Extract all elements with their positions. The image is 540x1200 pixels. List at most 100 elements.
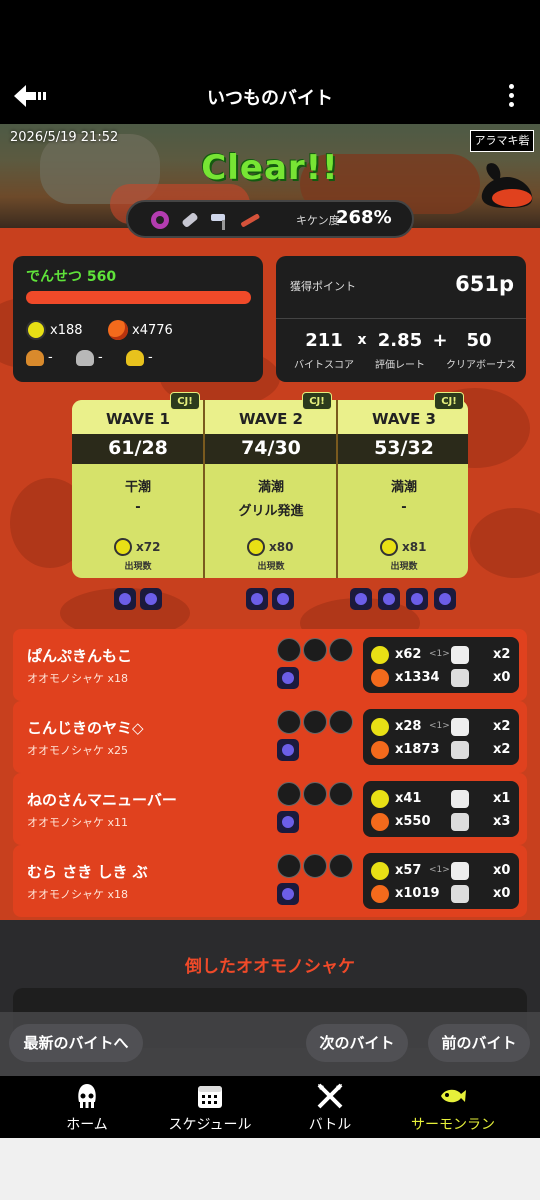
weapon-icon	[303, 782, 327, 806]
special-weapon-icon	[114, 588, 136, 610]
job-score-label: バイトスコア	[294, 360, 354, 371]
more-vertical-icon[interactable]	[504, 80, 518, 112]
rescue-count: x0	[493, 863, 511, 878]
weapon-icon	[329, 782, 353, 806]
special-weapon-icon	[272, 588, 294, 610]
previous-job-button[interactable]: 前のバイト	[428, 1024, 530, 1062]
weapon-icon	[329, 710, 353, 734]
squid-home-icon	[78, 1084, 96, 1108]
rescue-icon	[451, 646, 469, 664]
rescue-icon	[451, 718, 469, 736]
golden-egg-count: x62	[395, 647, 422, 662]
golden-egg-icon	[371, 646, 389, 664]
pay-grade-label: 評価レート	[375, 360, 425, 371]
player-stats: x28 <1> x2 x1873 x2	[363, 709, 519, 765]
player-boss-count: オオモノシャケ x18	[27, 888, 129, 901]
special-weapon-icon	[277, 739, 299, 761]
golden-egg-icon	[114, 538, 132, 556]
rescued-icon	[451, 669, 469, 687]
player-stats: x41 x1 x550 x3	[363, 781, 519, 837]
wave-event: グリル発進	[238, 504, 304, 519]
next-job-button[interactable]: 次のバイト	[306, 1024, 408, 1062]
power-egg-icon	[371, 669, 389, 687]
crossed-weapons-icon	[317, 1083, 343, 1109]
player-stats: x62 <1> x2 x1334 x0	[363, 637, 519, 693]
player-boss-count: オオモノシャケ x25	[27, 744, 129, 757]
bronze-scale-icon	[26, 350, 44, 366]
latest-job-button[interactable]: 最新のバイトへ	[9, 1024, 143, 1062]
bottom-tab-bar: ホーム スケジュール バトル サーモンラン	[0, 1076, 540, 1138]
golden-egg-icon	[247, 538, 265, 556]
rescued-icon	[451, 885, 469, 903]
power-egg-count: x550	[395, 814, 431, 829]
wave-appear-label: 出現数	[390, 562, 418, 572]
silver-scale-icon	[76, 350, 94, 366]
points-label: 獲得ポイント	[290, 280, 356, 293]
golden-egg-icon	[26, 320, 46, 340]
rescued-count: x3	[493, 814, 511, 829]
special-weapon-icon	[434, 588, 456, 610]
power-egg-count: x1873	[395, 742, 440, 757]
rescued-icon	[451, 741, 469, 759]
special-weapon-icon	[246, 588, 268, 610]
power-egg-icon	[371, 741, 389, 759]
cj-badge: CJ!	[170, 392, 200, 410]
tab-battle[interactable]: バトル	[270, 1076, 390, 1138]
weapon-icon	[277, 854, 301, 878]
points-value: 651p	[455, 272, 514, 296]
golden-egg-assist: <1>	[429, 721, 450, 731]
wave-appear-count: x72	[136, 540, 161, 554]
system-navigation-bar	[0, 1138, 540, 1200]
power-egg-count: x1334	[395, 670, 440, 685]
player-boss-count: オオモノシャケ x11	[27, 816, 129, 829]
player-row[interactable]: こんじきのヤミ◇ オオモノシャケ x25 x28 <1> x2 x1873 x2	[13, 701, 527, 773]
job-datetime: 2026/5/19 21:52	[10, 130, 119, 145]
result-text: Clear!!	[201, 148, 339, 188]
player-row[interactable]: ぱんぷきんもこ オオモノシャケ x18 x62 <1> x2 x1334 x0	[13, 629, 527, 701]
golden-egg-assist: <1>	[429, 649, 450, 659]
weapon-icon	[303, 710, 327, 734]
wave-appear-count: x81	[402, 540, 427, 554]
pay-grade-value: 2.85	[377, 330, 423, 351]
tab-salmon-run[interactable]: サーモンラン	[393, 1076, 513, 1138]
special-weapon-icon	[277, 811, 299, 833]
wave-column: WAVE 1 61/28 干潮 - x72 出現数	[72, 400, 204, 578]
player-boss-count: オオモノシャケ x18	[27, 672, 129, 685]
weapon-roller-icon	[211, 214, 225, 230]
top-bar: いつものバイト	[0, 70, 540, 124]
clear-bonus-value: 50	[466, 330, 492, 351]
rescued-count: x0	[493, 886, 511, 901]
weapon-icon	[329, 854, 353, 878]
golden-egg-icon	[371, 790, 389, 808]
special-weapon-icon	[378, 588, 400, 610]
golden-egg-icon	[371, 718, 389, 736]
wave-appear-label: 出現数	[124, 562, 152, 572]
tab-battle-label: バトル	[308, 1117, 352, 1133]
tab-home[interactable]: ホーム	[27, 1076, 147, 1138]
status-bar	[0, 0, 540, 70]
job-score-value: 211	[305, 330, 343, 351]
wave-score: 74/30	[205, 434, 337, 464]
special-weapon-icon	[140, 588, 162, 610]
points-divider	[276, 318, 526, 319]
special-weapon-icon	[350, 588, 372, 610]
salmon-fish-icon	[441, 1089, 466, 1103]
player-row[interactable]: むら さき しき ぶ オオモノシャケ x18 x57 <1> x0 x1019 …	[13, 845, 527, 917]
cj-badge: CJ!	[302, 392, 332, 410]
rescue-icon	[451, 790, 469, 808]
rescued-icon	[451, 813, 469, 831]
job-navigation-bar: 最新のバイトへ 次のバイト 前のバイト	[0, 1012, 540, 1076]
wave-tide: 満潮	[257, 480, 284, 495]
weapon-splatana-icon	[241, 214, 260, 227]
tab-schedule[interactable]: スケジュール	[150, 1076, 270, 1138]
power-egg-icon	[108, 320, 128, 340]
golden-egg-count: x28	[395, 719, 422, 734]
cj-badge: CJ!	[434, 392, 464, 410]
player-name: ねのさんマニューバー	[27, 791, 177, 809]
weapon-slosher-icon	[151, 211, 169, 229]
weapon-icon	[329, 638, 353, 662]
multiply-sign: x	[357, 332, 367, 348]
wave-score: 61/28	[72, 434, 204, 464]
golden-egg-count: x188	[50, 323, 83, 338]
player-row[interactable]: ねのさんマニューバー オオモノシャケ x11 x41 x1 x550 x3	[13, 773, 527, 845]
